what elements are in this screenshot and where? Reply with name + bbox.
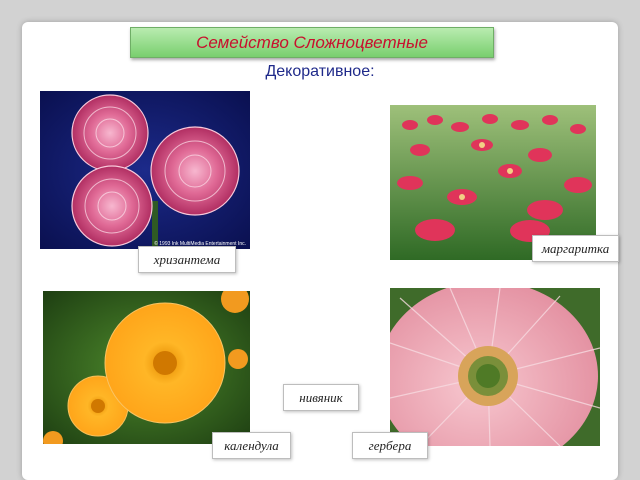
label-daisy: маргаритка	[532, 235, 619, 262]
chrysanthemum-photo: © 1993 Ink MultiMedia Entertainment Inc.	[40, 91, 250, 249]
label-calendula: календула	[212, 432, 291, 459]
page-title: Семейство Сложноцветные	[196, 32, 428, 52]
label-chrysanthemum: хризантема	[138, 246, 236, 273]
label-gerbera: гербера	[352, 432, 428, 459]
calendula-photo	[43, 291, 250, 444]
title-banner: Семейство Сложноцветные	[130, 27, 494, 58]
label-oxeye-daisy: нивяник	[283, 384, 359, 411]
subtitle: Декоративное:	[265, 63, 375, 80]
gerbera-photo	[390, 288, 600, 446]
